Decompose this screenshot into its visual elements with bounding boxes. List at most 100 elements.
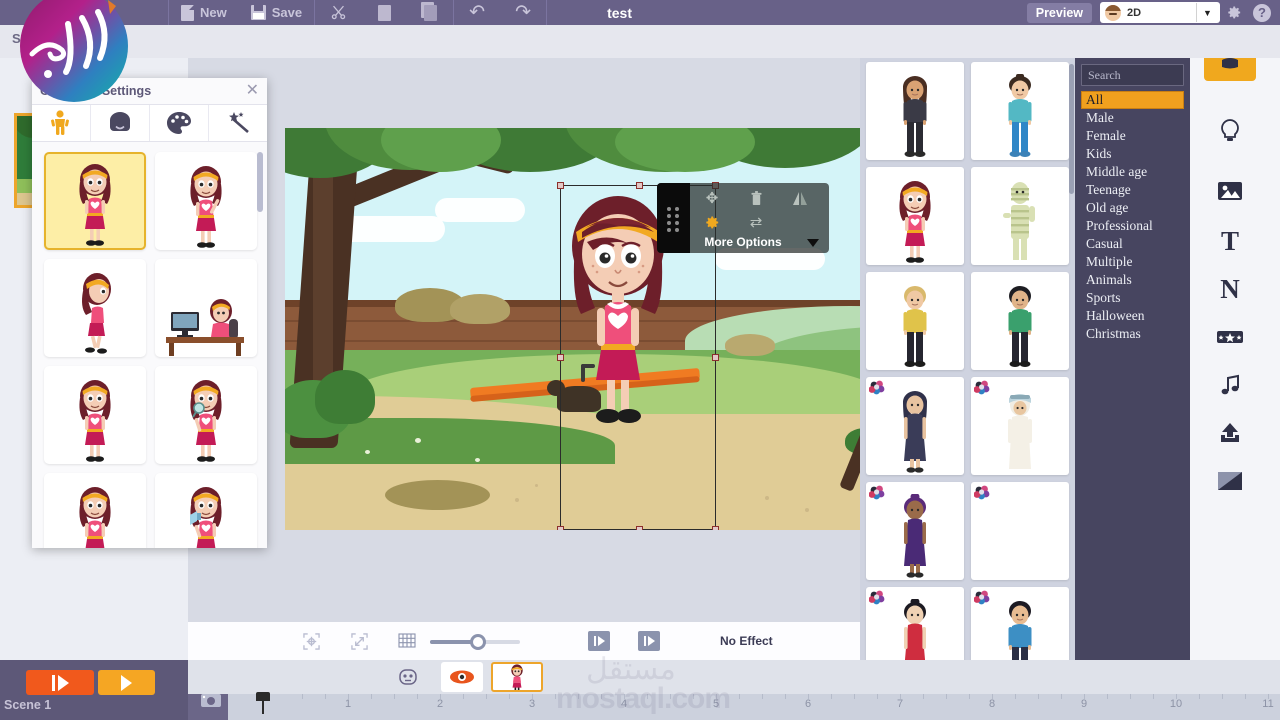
search-box[interactable] (1081, 64, 1243, 86)
ruler-tick (1268, 694, 1269, 699)
resize-handle-se[interactable] (712, 526, 719, 530)
character-item[interactable] (866, 377, 964, 475)
tab-color[interactable] (150, 105, 209, 141)
layer-visibility-eye[interactable] (441, 662, 483, 692)
resize-handle-w[interactable] (557, 354, 564, 361)
character-item[interactable] (866, 482, 964, 580)
category-item[interactable]: Professional (1081, 217, 1184, 235)
layer-character[interactable] (491, 662, 543, 692)
characters-panel: Characters » (860, 25, 1243, 660)
tab-pose[interactable] (32, 105, 91, 141)
character-settings-body[interactable] (32, 144, 267, 548)
play-button[interactable] (638, 631, 660, 651)
category-item[interactable]: Christmas (1081, 325, 1184, 343)
resize-handle-n[interactable] (636, 182, 643, 189)
center-object-icon (302, 632, 320, 650)
category-item[interactable]: Male (1081, 109, 1184, 127)
swap-icon[interactable]: ⇄ (745, 211, 767, 233)
resize-handle-e[interactable] (712, 354, 719, 361)
pose-item[interactable] (44, 366, 146, 464)
fit-screen-button[interactable] (344, 626, 374, 656)
category-item[interactable]: Old age (1081, 199, 1184, 217)
pose-item[interactable] (155, 473, 257, 548)
undo-button[interactable]: ↶ (454, 0, 500, 25)
cut-button[interactable] (315, 0, 361, 25)
zoom-slider[interactable] (430, 631, 520, 651)
category-item[interactable]: Halloween (1081, 307, 1184, 325)
character-item[interactable] (971, 377, 1069, 475)
center-object-button[interactable] (296, 626, 326, 656)
pose-item[interactable] (44, 152, 146, 250)
character-item[interactable] (866, 587, 964, 660)
pose-item[interactable] (44, 473, 146, 548)
tool-text[interactable]: T (1204, 217, 1256, 265)
play-from-start-button[interactable] (588, 631, 610, 651)
tool-number[interactable]: N (1204, 265, 1256, 313)
character-settings-dialog[interactable]: Character Settings ✕ (32, 78, 267, 548)
character-item[interactable] (866, 167, 964, 265)
category-item[interactable]: Teenage (1081, 181, 1184, 199)
tool-props[interactable] (1204, 107, 1256, 155)
delete-icon[interactable] (745, 187, 767, 209)
tab-effects[interactable] (209, 105, 267, 141)
character-item[interactable] (971, 272, 1069, 370)
tool-upload[interactable] (1204, 409, 1256, 457)
resize-handle-nw[interactable] (557, 182, 564, 189)
move-icon[interactable]: ✥ (701, 187, 723, 209)
characters-grid-wrap[interactable] (860, 58, 1075, 660)
play-scene-button[interactable] (98, 670, 155, 695)
playhead[interactable] (256, 692, 270, 714)
upload-icon (1221, 423, 1239, 442)
layer-robot[interactable] (388, 662, 428, 692)
category-item[interactable]: Sports (1081, 289, 1184, 307)
slider-knob[interactable] (470, 634, 486, 650)
tool-effects[interactable] (1204, 313, 1256, 361)
category-item[interactable]: All (1081, 91, 1184, 109)
save-button[interactable]: Save (239, 0, 314, 25)
pose-scrollbar[interactable] (257, 152, 263, 212)
pose-item[interactable] (44, 259, 146, 357)
category-item[interactable]: Casual (1081, 235, 1184, 253)
character-item[interactable] (971, 167, 1069, 265)
character-item[interactable] (971, 482, 1069, 580)
character-item[interactable] (971, 62, 1069, 160)
grid-toggle-button[interactable] (392, 626, 422, 656)
multicolor-badge-icon (868, 380, 885, 395)
tab-head[interactable] (91, 105, 150, 141)
category-item[interactable]: Multiple (1081, 253, 1184, 271)
tool-images[interactable] (1204, 167, 1256, 215)
redo-button[interactable]: ↷ (500, 0, 546, 25)
paste-button[interactable] (407, 0, 453, 25)
logo-slot (0, 0, 168, 25)
tool-audio[interactable] (1204, 361, 1256, 409)
pose-item[interactable] (155, 259, 257, 357)
resize-handle-sw[interactable] (557, 526, 564, 530)
settings-icon[interactable] (701, 211, 723, 233)
category-item[interactable]: Animals (1081, 271, 1184, 289)
tool-background[interactable] (1204, 457, 1256, 505)
object-context-menu[interactable]: ✥ ⇄ More Options (657, 183, 829, 253)
copy-button[interactable] (361, 0, 407, 25)
character-item[interactable] (971, 587, 1069, 660)
pose-item[interactable] (155, 366, 257, 464)
settings-button[interactable] (1220, 0, 1248, 25)
new-button[interactable]: New (169, 0, 239, 25)
play-bar (643, 636, 646, 646)
character-item[interactable] (866, 62, 964, 160)
paste-icon (420, 1, 437, 21)
flip-icon[interactable] (789, 187, 811, 209)
category-item[interactable]: Female (1081, 127, 1184, 145)
category-item[interactable]: Middle age (1081, 163, 1184, 181)
bottom-bar: Scene 1 1 2 3 4 5 6 7 8 9 10 11 (0, 660, 1280, 720)
resize-handle-s[interactable] (636, 526, 643, 530)
character-item[interactable] (866, 272, 964, 370)
help-button[interactable]: ? (1248, 0, 1276, 25)
record-button[interactable] (26, 670, 94, 695)
mode-select[interactable]: 2D ▼ (1100, 2, 1220, 23)
timeline-ruler[interactable]: 1 2 3 4 5 6 7 8 9 10 11 (228, 692, 1280, 720)
close-icon[interactable]: ✕ (246, 83, 259, 99)
preview-button[interactable]: Preview (1026, 2, 1092, 23)
characters-scrollbar[interactable] (1069, 64, 1074, 194)
category-item[interactable]: Kids (1081, 145, 1184, 163)
pose-item[interactable] (155, 152, 257, 250)
